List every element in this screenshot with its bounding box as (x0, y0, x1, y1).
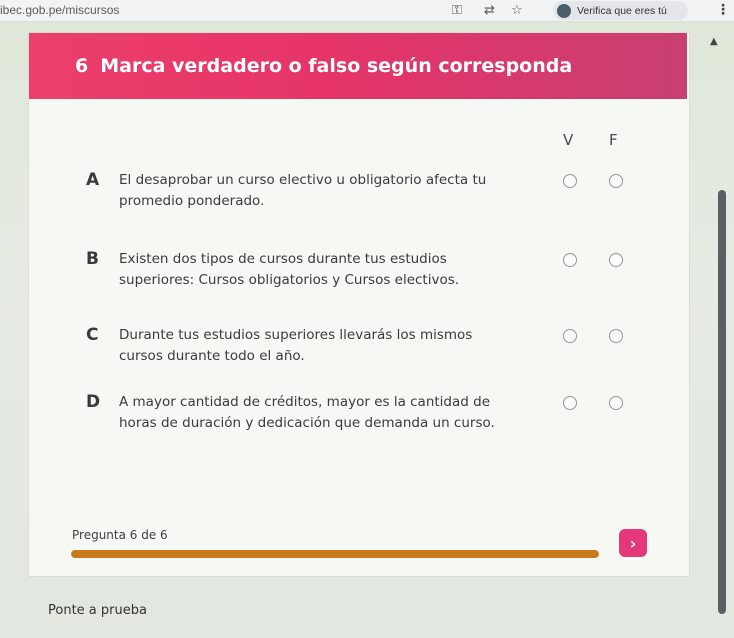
statement-letter: C (86, 325, 99, 345)
question-header: 6 Marca verdadero o falso según correspo… (29, 33, 687, 99)
progress-fill (71, 550, 599, 558)
quiz-card: 6 Marca verdadero o falso según correspo… (28, 32, 690, 577)
progress-label: Pregunta 6 de 6 (72, 528, 168, 542)
question-number: 6 (75, 55, 89, 77)
scroll-up-icon[interactable]: ▲ (710, 36, 718, 47)
true-column-label: V (563, 131, 574, 149)
radio-true[interactable] (563, 396, 577, 410)
statement-text: Existen dos tipos de cursos durante tus … (119, 251, 460, 288)
radio-false[interactable] (609, 174, 623, 188)
radio-true[interactable] (563, 253, 577, 267)
translate-icon[interactable]: ⇄ (484, 3, 495, 18)
statement-letter: A (86, 170, 100, 190)
next-button[interactable]: › (619, 529, 647, 557)
statement-letter: D (86, 392, 101, 412)
radio-true[interactable] (563, 329, 577, 343)
address-bar[interactable]: ibec.gob.pe/miscursos (0, 3, 119, 17)
radio-false[interactable] (609, 396, 623, 410)
radio-true[interactable] (563, 174, 577, 188)
chevron-right-icon: › (629, 533, 637, 553)
section-title: Ponte a prueba (48, 603, 147, 618)
browser-toolbar: ibec.gob.pe/miscursos ⚿ ⇄ ☆ Verifica que… (0, 0, 734, 22)
radio-false[interactable] (609, 253, 623, 267)
progress-bar (71, 550, 599, 558)
kebab-menu-icon[interactable]: ⋮ (716, 2, 730, 18)
key-icon[interactable]: ⚿ (452, 3, 462, 18)
radio-false[interactable] (609, 329, 623, 343)
profile-chip[interactable]: Verifica que eres tú (553, 1, 688, 20)
page-content: ▲ 6 Marca verdadero o falso según corres… (0, 22, 734, 638)
scrollbar-thumb[interactable] (718, 190, 726, 614)
avatar (557, 3, 571, 18)
star-icon[interactable]: ☆ (511, 3, 523, 18)
false-column-label: F (609, 131, 618, 149)
statement-letter: B (86, 249, 99, 269)
statement-text: Durante tus estudios superiores llevarás… (119, 327, 473, 364)
statement-text: A mayor cantidad de créditos, mayor es l… (119, 394, 495, 431)
question-title: Marca verdadero o falso según correspond… (100, 55, 573, 77)
statement-text: El desaprobar un curso electivo u obliga… (119, 172, 487, 209)
profile-label: Verifica que eres tú (577, 4, 667, 17)
